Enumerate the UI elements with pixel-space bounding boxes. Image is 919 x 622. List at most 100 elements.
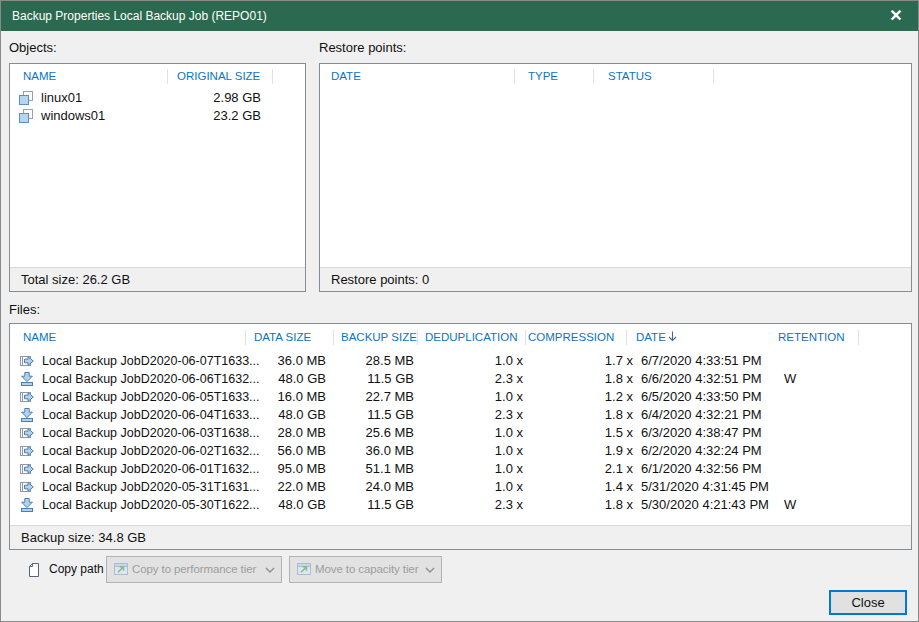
file-data-size: 28.0 MB (226, 424, 326, 442)
title-bar: Backup Properties Local Backup Job (REPO… (1, 1, 918, 31)
files-column-deduplication[interactable]: DEDUPLICATION (425, 324, 517, 351)
object-row[interactable]: linux01 2.98 GB (10, 89, 305, 107)
objects-column-original-size[interactable]: ORIGINAL SIZE (177, 64, 260, 89)
file-row[interactable]: Local Backup JobD2020-06-07T1633... 36.0… (10, 352, 911, 370)
file-deduplication: 1.0 x (423, 442, 523, 460)
files-label: Files: (9, 302, 40, 317)
file-backup-size: 28.5 MB (314, 352, 414, 370)
files-column-date[interactable]: DATE (636, 324, 677, 351)
file-compression: 1.5 x (533, 424, 633, 442)
file-retention: W (784, 496, 796, 514)
objects-column-name[interactable]: NAME (23, 64, 56, 89)
file-row[interactable]: Local Backup JobD2020-06-01T1632... 95.0… (10, 460, 911, 478)
file-row[interactable]: Local Backup JobD2020-06-03T1638... 28.0… (10, 424, 911, 442)
file-backup-size: 11.5 GB (314, 496, 414, 514)
files-column-compression[interactable]: COMPRESSION (528, 324, 614, 351)
file-data-size: 95.0 MB (226, 460, 326, 478)
files-panel: NAME DATA SIZE BACKUP SIZE DEDUPLICATION… (9, 323, 912, 550)
files-list: Local Backup JobD2020-06-07T1633... 36.0… (10, 352, 911, 514)
files-column-name[interactable]: NAME (23, 324, 56, 351)
file-backup-size: 36.0 MB (314, 442, 414, 460)
backup-properties-dialog: Backup Properties Local Backup Job (REPO… (0, 0, 919, 622)
object-size: 23.2 GB (151, 107, 261, 125)
object-name: windows01 (41, 107, 105, 125)
file-deduplication: 1.0 x (423, 478, 523, 496)
file-data-size: 56.0 MB (226, 442, 326, 460)
file-compression: 1.7 x (533, 352, 633, 370)
close-button[interactable]: Close (829, 590, 907, 615)
objects-list: linux01 2.98 GB windows01 23.2 GB (10, 89, 305, 125)
move-tier-icon (296, 561, 312, 577)
restore-column-date[interactable]: DATE (331, 64, 361, 89)
file-data-size: 22.0 MB (226, 478, 326, 496)
file-date: 6/6/2020 4:32:51 PM (641, 370, 762, 388)
file-compression: 1.8 x (533, 496, 633, 514)
file-compression: 2.1 x (533, 460, 633, 478)
full-backup-file-icon (19, 407, 35, 423)
file-backup-size: 11.5 GB (314, 370, 414, 388)
file-deduplication: 2.3 x (423, 370, 523, 388)
file-backup-size: 24.0 MB (314, 478, 414, 496)
restore-points-label: Restore points: (319, 40, 406, 55)
file-data-size: 36.0 MB (226, 352, 326, 370)
files-column-retention[interactable]: RETENTION (778, 324, 844, 351)
file-backup-size: 11.5 GB (314, 406, 414, 424)
full-backup-file-icon (19, 497, 35, 513)
close-icon[interactable]: ✕ (879, 1, 913, 31)
object-size: 2.98 GB (151, 89, 261, 107)
incremental-backup-file-icon (19, 353, 35, 369)
file-deduplication: 1.0 x (423, 388, 523, 406)
file-date: 5/30/2020 4:21:43 PM (641, 496, 769, 514)
file-row[interactable]: Local Backup JobD2020-06-06T1632... 48.0… (10, 370, 911, 388)
file-date: 6/4/2020 4:32:21 PM (641, 406, 762, 424)
restore-points-panel: DATE TYPE STATUS Restore points: 0 (319, 63, 912, 292)
window-title: Backup Properties Local Backup Job (REPO… (12, 1, 267, 31)
file-data-size: 48.0 GB (226, 370, 326, 388)
file-date: 6/2/2020 4:32:24 PM (641, 442, 762, 460)
file-data-size: 48.0 GB (226, 496, 326, 514)
file-deduplication: 1.0 x (423, 460, 523, 478)
incremental-backup-file-icon (19, 389, 35, 405)
sort-desc-icon (668, 331, 677, 342)
restore-column-type[interactable]: TYPE (528, 64, 558, 89)
chevron-down-icon (425, 567, 435, 573)
file-date: 6/7/2020 4:33:51 PM (641, 352, 762, 370)
files-column-backup-size[interactable]: BACKUP SIZE (341, 324, 417, 351)
object-row[interactable]: windows01 23.2 GB (10, 107, 305, 125)
files-footer: Backup size: 34.8 GB (10, 525, 911, 549)
file-backup-size: 25.6 MB (314, 424, 414, 442)
file-deduplication: 1.0 x (423, 352, 523, 370)
file-compression: 1.8 x (533, 370, 633, 388)
restore-column-status[interactable]: STATUS (608, 64, 652, 89)
full-backup-file-icon (19, 371, 35, 387)
file-compression: 1.9 x (533, 442, 633, 460)
chevron-down-icon (265, 567, 275, 573)
file-retention: W (784, 370, 796, 388)
file-date: 5/31/2020 4:31:45 PM (641, 478, 769, 496)
file-data-size: 16.0 MB (226, 388, 326, 406)
file-compression: 1.4 x (533, 478, 633, 496)
file-deduplication: 1.0 x (423, 424, 523, 442)
copy-to-performance-tier-button: Copy to performance tier (106, 556, 282, 583)
move-to-capacity-tier-button: Move to capacity tier (289, 556, 442, 583)
file-row[interactable]: Local Backup JobD2020-05-31T1631... 22.0… (10, 478, 911, 496)
incremental-backup-file-icon (19, 425, 35, 441)
incremental-backup-file-icon (19, 443, 35, 459)
file-date: 6/1/2020 4:32:56 PM (641, 460, 762, 478)
copy-tier-icon (113, 561, 129, 577)
file-row[interactable]: Local Backup JobD2020-05-30T1622... 48.0… (10, 496, 911, 514)
files-column-data-size[interactable]: DATA SIZE (254, 324, 311, 351)
file-data-size: 48.0 GB (226, 406, 326, 424)
objects-footer: Total size: 26.2 GB (10, 267, 305, 291)
restore-points-footer: Restore points: 0 (320, 267, 911, 291)
file-row[interactable]: Local Backup JobD2020-06-04T1633... 48.0… (10, 406, 911, 424)
file-row[interactable]: Local Backup JobD2020-06-02T1632... 56.0… (10, 442, 911, 460)
objects-label: Objects: (9, 40, 57, 55)
file-compression: 1.8 x (533, 406, 633, 424)
file-compression: 1.2 x (533, 388, 633, 406)
file-row[interactable]: Local Backup JobD2020-06-05T1633... 16.0… (10, 388, 911, 406)
file-deduplication: 2.3 x (423, 496, 523, 514)
objects-panel: NAME ORIGINAL SIZE linux01 2.98 GB windo… (9, 63, 306, 292)
copy-path-icon (27, 562, 43, 578)
object-name: linux01 (41, 89, 82, 107)
